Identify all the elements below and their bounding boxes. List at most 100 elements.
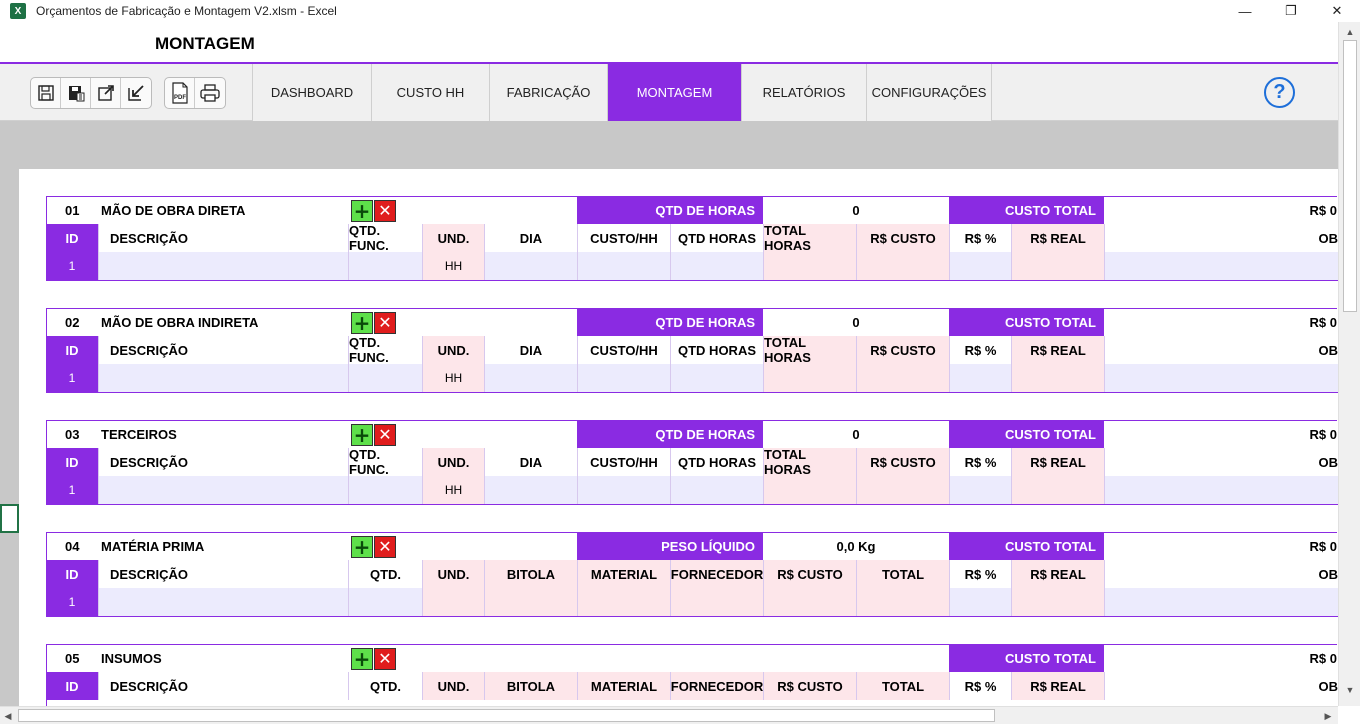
tab-dashboard[interactable]: DASHBOARD bbox=[252, 64, 371, 121]
table-cell[interactable] bbox=[857, 252, 950, 280]
add-row-button[interactable]: + bbox=[351, 199, 373, 223]
export-pdf-button[interactable]: PDF bbox=[165, 78, 195, 108]
table-cell[interactable] bbox=[1012, 252, 1105, 280]
tab-configuracoes[interactable]: CONFIGURAÇÕES bbox=[866, 64, 992, 121]
table-cell[interactable] bbox=[99, 252, 349, 280]
column-header: R$ REAL bbox=[1012, 560, 1105, 588]
table-cell[interactable] bbox=[950, 364, 1012, 392]
scroll-left-arrow[interactable]: ◀ bbox=[0, 708, 16, 724]
table-cell[interactable]: HH bbox=[423, 364, 485, 392]
table-cell[interactable] bbox=[950, 588, 1012, 616]
table-cell[interactable] bbox=[349, 252, 423, 280]
column-header: OB bbox=[1105, 672, 1338, 700]
table-cell[interactable] bbox=[1105, 588, 1338, 616]
table-cell[interactable] bbox=[578, 588, 671, 616]
table-cell[interactable] bbox=[857, 476, 950, 504]
table-cell[interactable] bbox=[671, 476, 764, 504]
page-title: MONTAGEM bbox=[155, 34, 255, 53]
column-header: R$ CUSTO bbox=[857, 336, 950, 364]
scroll-up-arrow[interactable]: ▲ bbox=[1339, 24, 1360, 40]
table-cell[interactable] bbox=[423, 588, 485, 616]
table-row: 1 HH bbox=[46, 476, 1338, 505]
table-cell[interactable] bbox=[671, 364, 764, 392]
table-cell[interactable] bbox=[764, 476, 857, 504]
vertical-scrollbar[interactable]: ▲ ▼ bbox=[1338, 22, 1360, 706]
table-cell[interactable] bbox=[764, 588, 857, 616]
table-cell[interactable] bbox=[485, 476, 578, 504]
table-cell[interactable]: 1 bbox=[46, 476, 99, 504]
add-row-button[interactable]: + bbox=[351, 311, 373, 335]
table-cell[interactable]: 1 bbox=[46, 252, 99, 280]
table-cell[interactable] bbox=[671, 252, 764, 280]
delete-row-button[interactable]: ✕ bbox=[374, 535, 396, 558]
table-cell[interactable]: 1 bbox=[46, 588, 99, 616]
total-value: R$ 0 bbox=[1309, 315, 1337, 330]
selected-cell[interactable] bbox=[0, 504, 19, 533]
table-cell[interactable] bbox=[485, 364, 578, 392]
column-header: R$ % bbox=[950, 224, 1012, 252]
table-cell[interactable]: 1 bbox=[46, 364, 99, 392]
table-cell[interactable] bbox=[485, 588, 578, 616]
table-cell[interactable] bbox=[1012, 588, 1105, 616]
table-cell[interactable] bbox=[764, 252, 857, 280]
scroll-down-arrow[interactable]: ▼ bbox=[1339, 682, 1360, 698]
table-cell[interactable] bbox=[349, 588, 423, 616]
table-cell[interactable] bbox=[1105, 364, 1338, 392]
column-header: OB bbox=[1105, 336, 1338, 364]
table-cell[interactable] bbox=[950, 476, 1012, 504]
tab-custo-hh[interactable]: CUSTO HH bbox=[371, 64, 489, 121]
table-cell[interactable] bbox=[349, 476, 423, 504]
restore-button[interactable]: ❐ bbox=[1268, 0, 1314, 22]
tab-fabricacao[interactable]: FABRICAÇÃO bbox=[489, 64, 607, 121]
table-cell[interactable] bbox=[578, 364, 671, 392]
vertical-scroll-thumb[interactable] bbox=[1343, 40, 1357, 312]
column-header: QTD HORAS bbox=[671, 448, 764, 476]
table-cell[interactable] bbox=[99, 364, 349, 392]
table-cell[interactable] bbox=[764, 364, 857, 392]
table-cell[interactable] bbox=[857, 588, 950, 616]
table-cell[interactable] bbox=[578, 252, 671, 280]
delete-row-button[interactable]: ✕ bbox=[374, 199, 396, 222]
table-cell[interactable] bbox=[578, 476, 671, 504]
tab-montagem[interactable]: MONTAGEM bbox=[607, 64, 741, 121]
table-cell[interactable] bbox=[99, 588, 349, 616]
delete-row-button[interactable]: ✕ bbox=[374, 311, 396, 334]
column-header: FORNECEDOR bbox=[671, 560, 764, 588]
column-header-row: ID DESCRIÇÃO QTD. FUNC. UND. DIA CUSTO/HH QTD … bbox=[46, 335, 1338, 365]
table-cell[interactable]: HH bbox=[423, 252, 485, 280]
pdf-icon: PDF bbox=[171, 82, 188, 104]
print-button[interactable] bbox=[195, 78, 225, 108]
help-button[interactable]: ? bbox=[1264, 77, 1295, 108]
collapse-button[interactable] bbox=[121, 78, 151, 108]
collapse-icon bbox=[128, 85, 144, 101]
table-cell[interactable] bbox=[671, 588, 764, 616]
total-value: R$ 0 bbox=[1309, 651, 1337, 666]
add-row-button[interactable]: + bbox=[351, 423, 373, 447]
horizontal-scroll-thumb[interactable] bbox=[18, 709, 995, 722]
section-02: 02 MÃO DE OBRA INDIRETA + ✕ QTD DE HORAS 0 C… bbox=[46, 308, 1338, 393]
scroll-right-arrow[interactable]: ▶ bbox=[1320, 708, 1336, 724]
save-button[interactable] bbox=[31, 78, 61, 108]
table-cell[interactable] bbox=[1105, 476, 1338, 504]
add-row-button[interactable]: + bbox=[351, 535, 373, 559]
delete-row-button[interactable]: ✕ bbox=[374, 423, 396, 446]
save-as-button[interactable] bbox=[61, 78, 91, 108]
section-name: MÃO DE OBRA DIRETA bbox=[101, 203, 246, 218]
table-cell[interactable] bbox=[1105, 252, 1338, 280]
table-cell[interactable] bbox=[99, 476, 349, 504]
tab-relatorios[interactable]: RELATÓRIOS bbox=[741, 64, 866, 121]
table-cell[interactable] bbox=[349, 364, 423, 392]
metric-label: QTD DE HORAS bbox=[577, 197, 763, 224]
close-window-button[interactable]: ✕ bbox=[1314, 0, 1360, 22]
table-cell[interactable]: HH bbox=[423, 476, 485, 504]
minimize-button[interactable]: — bbox=[1222, 0, 1268, 22]
table-cell[interactable] bbox=[485, 252, 578, 280]
horizontal-scrollbar[interactable]: ◀ ▶ bbox=[0, 706, 1338, 724]
add-row-button[interactable]: + bbox=[351, 647, 373, 671]
table-cell[interactable] bbox=[1012, 476, 1105, 504]
expand-button[interactable] bbox=[91, 78, 121, 108]
table-cell[interactable] bbox=[857, 364, 950, 392]
table-cell[interactable] bbox=[1012, 364, 1105, 392]
delete-row-button[interactable]: ✕ bbox=[374, 647, 396, 670]
table-cell[interactable] bbox=[950, 252, 1012, 280]
